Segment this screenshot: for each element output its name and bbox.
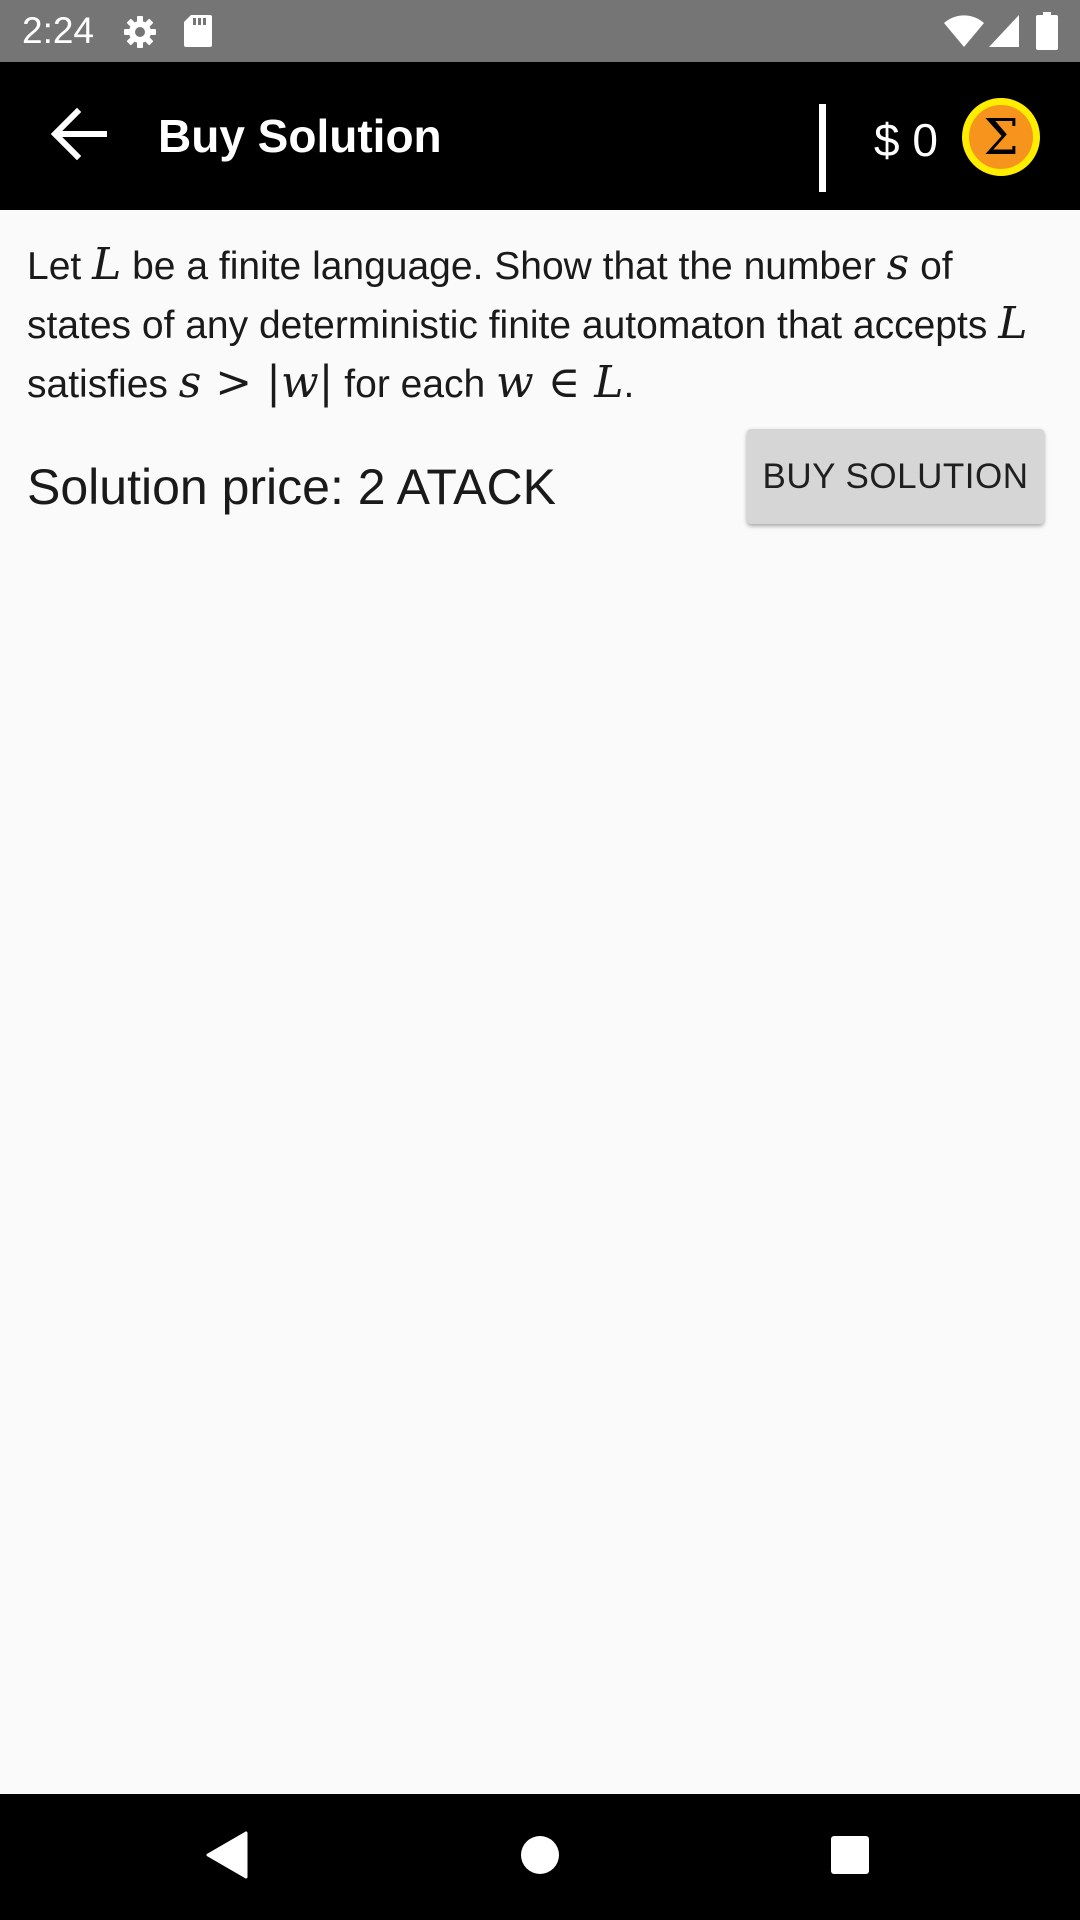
problem-text: Let (27, 245, 93, 288)
sd-card-icon (183, 14, 213, 53)
math-expression: w ∈ L (496, 357, 624, 408)
home-circle-icon (519, 1834, 561, 1881)
app-bar: Buy Solution $ 0 Σ (0, 62, 1080, 210)
page-title: Buy Solution (158, 110, 442, 162)
back-button[interactable] (40, 102, 116, 170)
wifi-icon (944, 14, 984, 53)
problem-text: be a finite language. Show that the numb… (121, 245, 887, 288)
nav-home-button[interactable] (500, 1822, 580, 1892)
buy-solution-button[interactable]: BUY SOLUTION (747, 429, 1044, 524)
math-expression: s (886, 239, 910, 290)
navigation-bar (0, 1794, 1080, 1920)
math-expression: L (998, 298, 1028, 349)
balance-text: $ 0 (874, 114, 938, 166)
problem-text: . (623, 363, 635, 406)
nav-recents-button[interactable] (810, 1822, 890, 1892)
signal-icon (988, 14, 1020, 53)
problem-text: for each (333, 363, 497, 406)
recents-square-icon (830, 1835, 870, 1880)
settings-icon (122, 14, 158, 55)
nav-back-button[interactable] (186, 1822, 266, 1892)
battery-icon (1036, 12, 1058, 55)
problem-statement: Let L be a finite language. Show that th… (27, 236, 1057, 413)
back-triangle-icon (204, 1831, 248, 1884)
solution-price: Solution price: 2 ATACK (27, 459, 556, 515)
math-expression: s > |w| (178, 357, 334, 408)
app-bar-divider (819, 104, 826, 192)
sigma-coin-button[interactable]: Σ (962, 98, 1040, 176)
arrow-left-icon (49, 107, 107, 166)
status-bar: 2:24 (0, 0, 1080, 62)
problem-text: satisfies (27, 363, 179, 406)
sigma-icon: Σ (983, 108, 1019, 166)
math-expression: L (92, 239, 122, 290)
status-time: 2:24 (22, 10, 95, 51)
